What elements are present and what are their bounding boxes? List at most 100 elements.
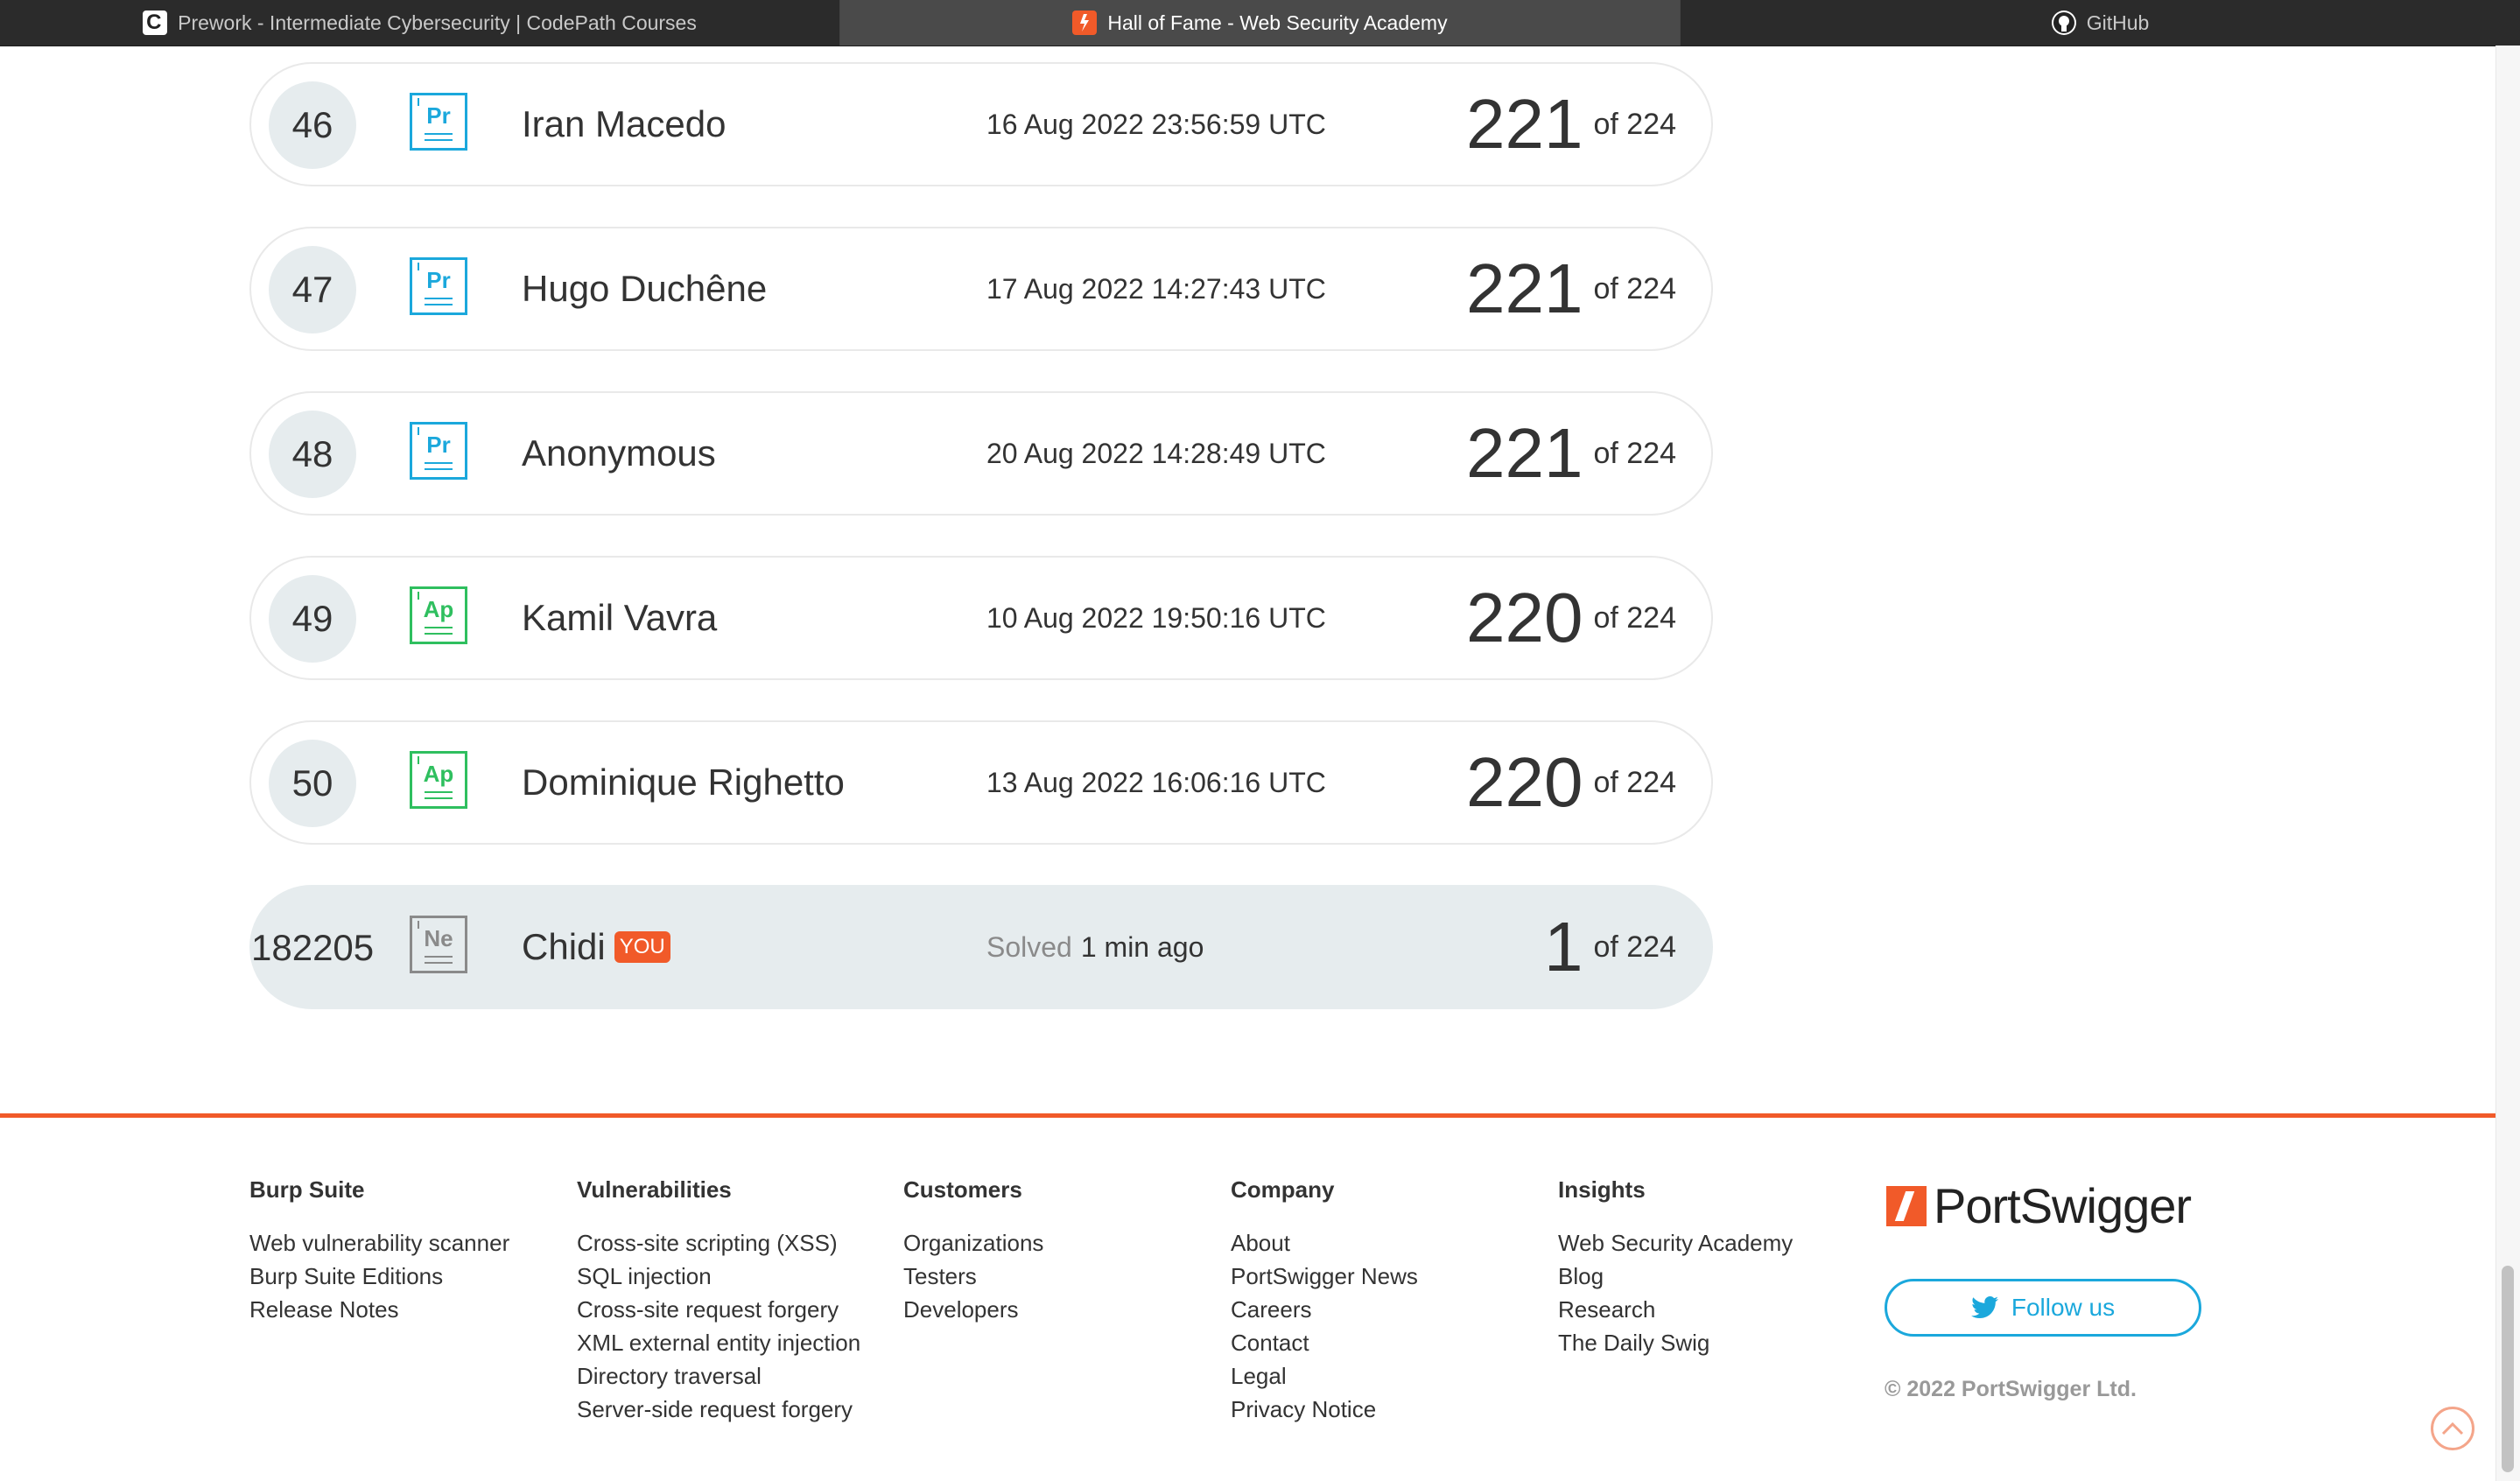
score: 220 of 224 [1466, 558, 1676, 678]
footer-link[interactable]: Web vulnerability scanner [249, 1226, 509, 1260]
tab-github[interactable]: GitHub [1681, 0, 2520, 46]
footer-heading: Customers [903, 1176, 1022, 1203]
footer-link[interactable]: Contact [1231, 1326, 1418, 1359]
badge-symbol: Pr [426, 431, 451, 458]
leaderboard-row: 49 Ap Kamil Vavra 10 Aug 2022 19:50:16 U… [249, 556, 1713, 680]
user-name: Iran Macedo [522, 103, 727, 144]
footer-link[interactable]: SQL injection [577, 1260, 860, 1293]
badge-lines [425, 955, 453, 964]
footer-link[interactable]: Directory traversal [577, 1359, 860, 1393]
follow-us-label: Follow us [2011, 1294, 2116, 1321]
badge-lines [425, 132, 453, 141]
level-badge-icon: Ap [410, 586, 467, 644]
badge-symbol: Ne [424, 924, 453, 951]
footer-link[interactable]: Web Security Academy [1558, 1226, 1793, 1260]
footer-link[interactable]: Testers [903, 1260, 1043, 1293]
footer-link[interactable]: Release Notes [249, 1293, 509, 1326]
follow-us-button[interactable]: Follow us [1885, 1279, 2201, 1337]
tab-label: Hall of Fame - Web Security Academy [1107, 11, 1448, 34]
scrollbar-thumb[interactable] [2502, 1266, 2514, 1472]
badge-tick [418, 427, 419, 435]
score-total: of 224 [1593, 600, 1676, 635]
portswigger-logo[interactable]: PortSwigger [1886, 1177, 2192, 1234]
level-badge-icon: Pr [410, 257, 467, 315]
score-total: of 224 [1593, 765, 1676, 799]
tab-label: Prework - Intermediate Cybersecurity | C… [178, 11, 697, 34]
tab-label: GitHub [2086, 11, 2150, 34]
badge-lines [425, 461, 453, 470]
badge-tick [418, 756, 419, 764]
footer-link[interactable]: About [1231, 1226, 1418, 1260]
footer-link[interactable]: XML external entity injection [577, 1326, 860, 1359]
footer-column-burp-suite: Burp Suite Web vulnerability scanner Bur… [249, 1176, 509, 1326]
badge-tick [418, 592, 419, 600]
footer-link[interactable]: Cross-site scripting (XSS) [577, 1226, 860, 1260]
rank-number: 182205 [251, 927, 375, 968]
completion-date: 13 Aug 2022 16:06:16 UTC [986, 766, 1326, 798]
completion-date: 20 Aug 2022 14:28:49 UTC [986, 437, 1326, 469]
score: 221 of 224 [1466, 64, 1676, 185]
score-total: of 224 [1593, 271, 1676, 305]
codepath-icon [143, 11, 168, 35]
level-badge-icon: Ne [410, 916, 467, 973]
footer-link[interactable]: Organizations [903, 1226, 1043, 1260]
score-value: 221 [1465, 249, 1583, 327]
footer-column-insights: Insights Web Security Academy Blog Resea… [1558, 1176, 1793, 1359]
level-badge-icon: Pr [410, 422, 467, 480]
footer-link[interactable]: Privacy Notice [1231, 1393, 1418, 1426]
user-name: Kamil Vavra [522, 597, 718, 638]
rank-number: 49 [269, 575, 356, 663]
footer-link[interactable]: Developers [903, 1293, 1043, 1326]
score: 220 of 224 [1466, 722, 1676, 843]
footer-link[interactable]: The Daily Swig [1558, 1326, 1793, 1359]
you-badge: YOU [614, 931, 670, 963]
score-total: of 224 [1593, 930, 1676, 964]
score-value: 221 [1465, 85, 1583, 163]
footer-link[interactable]: Burp Suite Editions [249, 1260, 509, 1293]
tab-hall-of-fame[interactable]: Hall of Fame - Web Security Academy [840, 0, 1681, 46]
footer-link[interactable]: Server-side request forgery [577, 1393, 860, 1426]
footer-heading: Vulnerabilities [577, 1176, 732, 1203]
leaderboard-row: 47 Pr Hugo Duchêne 17 Aug 2022 14:27:43 … [249, 227, 1713, 351]
badge-symbol: Pr [426, 102, 451, 129]
browser-tab-bar: Prework - Intermediate Cybersecurity | C… [0, 0, 2520, 46]
twitter-icon [1970, 1296, 1998, 1318]
rank-number: 46 [269, 81, 356, 169]
leaderboard: 46 Pr Iran Macedo 16 Aug 2022 23:56:59 U… [249, 62, 1713, 1049]
portswigger-logo-icon [1886, 1185, 1927, 1226]
score-value: 221 [1465, 414, 1583, 492]
footer-link[interactable]: Legal [1231, 1359, 1418, 1393]
score: 221 of 224 [1466, 393, 1676, 514]
footer-link[interactable]: Cross-site request forgery [577, 1293, 860, 1326]
badge-tick [418, 263, 419, 270]
footer-column-customers: Customers Organizations Testers Develope… [903, 1176, 1043, 1326]
badge-lines [425, 297, 453, 305]
github-icon [2051, 11, 2076, 35]
score-total: of 224 [1593, 436, 1676, 470]
user-name: Chidi [522, 926, 606, 967]
leaderboard-row: 46 Pr Iran Macedo 16 Aug 2022 23:56:59 U… [249, 62, 1713, 186]
badge-symbol: Pr [426, 266, 451, 293]
footer-link[interactable]: PortSwigger News [1231, 1260, 1418, 1293]
badge-tick [418, 921, 419, 929]
level-badge-icon: Pr [410, 93, 467, 151]
solved-label: Solved [986, 930, 1072, 963]
badge-symbol: Ap [423, 595, 454, 622]
footer-heading: Burp Suite [249, 1176, 365, 1203]
footer-link[interactable]: Blog [1558, 1260, 1793, 1293]
portswigger-icon [1072, 11, 1098, 35]
footer-link[interactable]: Research [1558, 1293, 1793, 1326]
tab-codepath[interactable]: Prework - Intermediate Cybersecurity | C… [0, 0, 840, 46]
footer-column-vulnerabilities: Vulnerabilities Cross-site scripting (XS… [577, 1176, 860, 1426]
footer-column-company: Company About PortSwigger News Careers C… [1231, 1176, 1418, 1426]
footer-link[interactable]: Careers [1231, 1293, 1418, 1326]
footer-divider [0, 1113, 2495, 1118]
scroll-to-top-button[interactable] [2431, 1407, 2474, 1450]
user-name: Hugo Duchêne [522, 268, 768, 309]
leaderboard-row: 50 Ap Dominique Righetto 13 Aug 2022 16:… [249, 720, 1713, 845]
leaderboard-row-you: 182205 Ne Chidi YOU Solved 1 min ago 1 o… [249, 885, 1713, 1009]
user-name-you: Chidi YOU [522, 887, 670, 1007]
rank-number: 50 [269, 740, 356, 827]
footer-heading: Company [1231, 1176, 1335, 1203]
score-value: 220 [1465, 743, 1583, 821]
